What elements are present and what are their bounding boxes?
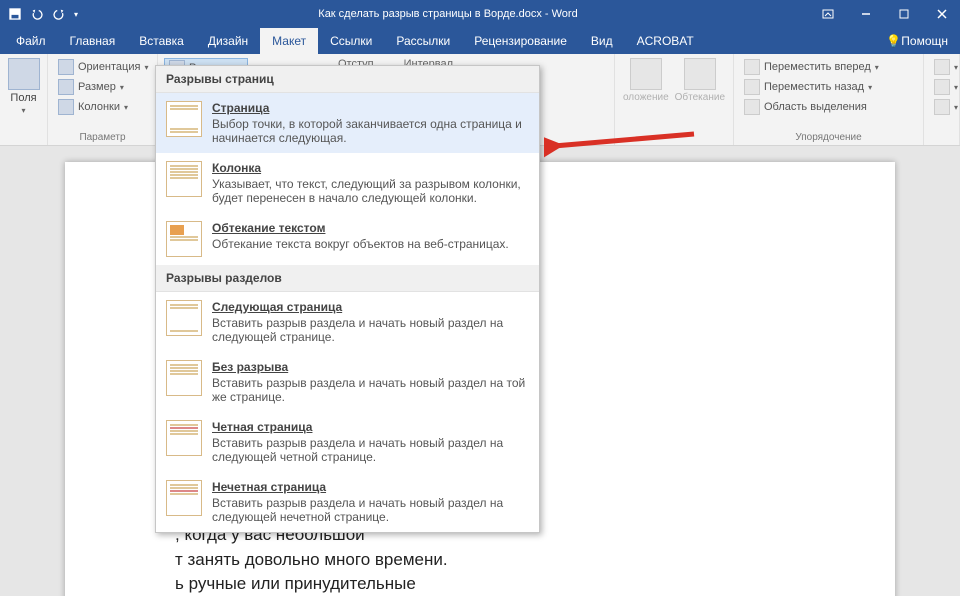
tab-insert[interactable]: Вставка <box>127 28 196 54</box>
title-bar: ▾ Как сделать разрыв страницы в Ворде.do… <box>0 0 960 28</box>
send-backward-button: Переместить назад▾ <box>740 78 883 96</box>
columns-label: Колонки <box>78 101 120 113</box>
group-icon <box>934 79 950 95</box>
break-continuous-item[interactable]: Без разрыва Вставить разрыв раздела и нач… <box>156 352 539 412</box>
break-column-item[interactable]: Колонка Указывает, что текст, следующий з… <box>156 153 539 213</box>
save-icon[interactable] <box>8 7 22 21</box>
selection-pane-button: Область выделения <box>740 98 883 116</box>
break-odd-desc: Вставить разрыв раздела и начать новый р… <box>212 496 529 524</box>
ribbon-tabs: Файл Главная Вставка Дизайн Макет Ссылки… <box>0 28 960 54</box>
tab-review[interactable]: Рецензирование <box>462 28 579 54</box>
dropdown-section-section-breaks: Разрывы разделов <box>156 265 539 292</box>
columns-button[interactable]: Колонки▾ <box>54 98 152 116</box>
send-backward-icon <box>744 79 760 95</box>
break-cont-desc: Вставить разрыв раздела и начать новый р… <box>212 376 529 404</box>
break-column-desc: Указывает, что текст, следующий за разры… <box>212 177 529 205</box>
tab-home[interactable]: Главная <box>58 28 128 54</box>
undo-icon[interactable] <box>30 7 44 21</box>
break-page-desc: Выбор точки, в которой заканчивается одн… <box>212 117 529 145</box>
send-backward-label: Переместить назад <box>764 81 864 93</box>
tab-acrobat[interactable]: ACROBAT <box>625 28 706 54</box>
body-text: ь ручные или принудительные <box>175 574 416 593</box>
break-column-icon <box>166 161 202 197</box>
qat-customize-icon[interactable]: ▾ <box>74 10 78 19</box>
columns-icon <box>58 99 74 115</box>
tab-mailings[interactable]: Рассылки <box>384 28 462 54</box>
maximize-icon[interactable] <box>886 0 922 28</box>
break-odd-title: Нечетная страница <box>212 480 529 494</box>
tab-help[interactable]: 💡 Помощн <box>874 28 960 54</box>
break-page-icon <box>166 101 202 137</box>
rotate-button: ▾ <box>930 98 960 116</box>
margins-icon[interactable] <box>8 58 40 90</box>
tab-help-label: Помощн <box>901 34 948 48</box>
break-wrap-item[interactable]: Обтекание текстом Обтекание текста вокруг… <box>156 213 539 265</box>
break-cont-icon <box>166 360 202 396</box>
break-next-desc: Вставить разрыв раздела и начать новый р… <box>212 316 529 344</box>
bring-forward-icon <box>744 59 760 75</box>
position-icon <box>630 58 662 90</box>
break-wrap-title: Обтекание текстом <box>212 221 509 235</box>
body-text: т занять довольно много времени. <box>175 550 448 569</box>
break-even-title: Четная страница <box>212 420 529 434</box>
arrange-group-label: Упорядочение <box>740 131 917 143</box>
bring-forward-label: Переместить вперед <box>764 61 871 73</box>
break-even-icon <box>166 420 202 456</box>
break-column-title: Колонка <box>212 161 529 175</box>
break-wrap-icon <box>166 221 202 257</box>
tab-design[interactable]: Дизайн <box>196 28 260 54</box>
group-button: ▾ <box>930 78 960 96</box>
break-next-icon <box>166 300 202 336</box>
ribbon-options-icon[interactable] <box>810 0 846 28</box>
break-odd-page-item[interactable]: Нечетная страница Вставить разрыв раздела… <box>156 472 539 532</box>
break-next-page-item[interactable]: Следующая страница Вставить разрыв раздел… <box>156 292 539 352</box>
selection-pane-label: Область выделения <box>764 101 867 113</box>
break-odd-icon <box>166 480 202 516</box>
wrap-label: Обтекание <box>675 92 725 103</box>
break-page-item[interactable]: Страница Выбор точки, в которой заканчива… <box>156 93 539 153</box>
close-icon[interactable] <box>924 0 960 28</box>
bring-forward-button: Переместить вперед▾ <box>740 58 883 76</box>
break-even-desc: Вставить разрыв раздела и начать новый р… <box>212 436 529 464</box>
tab-file[interactable]: Файл <box>4 28 58 54</box>
break-even-page-item[interactable]: Четная страница Вставить разрыв раздела и… <box>156 412 539 472</box>
redo-icon[interactable] <box>52 7 66 21</box>
size-icon <box>58 79 74 95</box>
align-button: ▾ <box>930 58 960 76</box>
break-next-title: Следующая страница <box>212 300 529 314</box>
tab-references[interactable]: Ссылки <box>318 28 384 54</box>
position-label: оложение <box>623 92 669 103</box>
selection-pane-icon <box>744 99 760 115</box>
minimize-icon[interactable] <box>848 0 884 28</box>
break-page-title: Страница <box>212 101 529 115</box>
size-button[interactable]: Размер▾ <box>54 78 152 96</box>
dropdown-section-page-breaks: Разрывы страниц <box>156 66 539 93</box>
orientation-button[interactable]: Ориентация▾ <box>54 58 152 76</box>
rotate-icon <box>934 99 950 115</box>
tab-layout[interactable]: Макет <box>260 28 318 54</box>
page-setup-group-label: Параметр <box>54 131 151 143</box>
wrap-icon <box>684 58 716 90</box>
align-icon <box>934 59 950 75</box>
break-cont-title: Без разрыва <box>212 360 529 374</box>
margins-label: Поля <box>10 92 36 104</box>
breaks-dropdown: Разрывы страниц Страница Выбор точки, в к… <box>155 65 540 533</box>
orientation-label: Ориентация <box>78 61 140 73</box>
document-title: Как сделать разрыв страницы в Ворде.docx… <box>86 8 810 20</box>
size-label: Размер <box>78 81 116 93</box>
orientation-icon <box>58 59 74 75</box>
tab-view[interactable]: Вид <box>579 28 625 54</box>
break-wrap-desc: Обтекание текста вокруг объектов на веб-… <box>212 237 509 251</box>
